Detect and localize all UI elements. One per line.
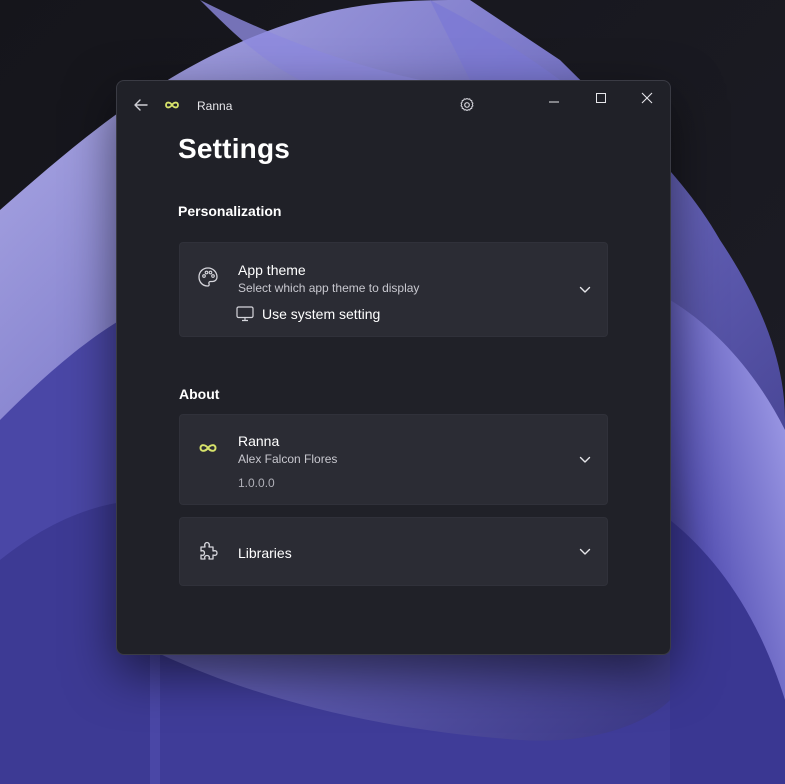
settings-window: Ranna Settings Personalization App theme… (116, 80, 671, 655)
app-theme-title: App theme (238, 262, 306, 278)
palette-icon (196, 265, 220, 289)
about-header: About (179, 386, 220, 402)
infinity-logo-icon (164, 97, 180, 113)
libraries-card[interactable]: Libraries (179, 517, 608, 586)
chevron-down-icon[interactable] (577, 544, 593, 560)
app-theme-subtitle: Select which app theme to display (238, 281, 420, 295)
gear-icon[interactable] (455, 93, 479, 117)
back-arrow-icon[interactable] (129, 93, 153, 117)
theme-selected-value[interactable]: Use system setting (236, 303, 380, 325)
about-app-card[interactable]: Ranna Alex Falcon Flores 1.0.0.0 (179, 414, 608, 505)
chevron-down-icon[interactable] (577, 452, 593, 468)
puzzle-icon (196, 539, 220, 563)
app-title: Ranna (197, 99, 233, 113)
app-theme-card[interactable]: App theme Select which app theme to disp… (179, 242, 608, 337)
maximize-icon[interactable] (584, 83, 618, 113)
page-title: Settings (178, 133, 291, 164)
theme-selected-label: Use system setting (262, 306, 381, 322)
minimize-icon[interactable] (537, 83, 571, 113)
personalization-header: Personalization (178, 203, 282, 219)
title-bar: Ranna (117, 81, 670, 129)
close-icon[interactable] (629, 83, 665, 113)
about-app-author: Alex Falcon Flores (238, 452, 338, 466)
about-app-name: Ranna (238, 433, 280, 449)
monitor-icon (236, 306, 254, 322)
chevron-down-icon[interactable] (577, 282, 593, 298)
infinity-logo-icon (196, 436, 220, 460)
libraries-title: Libraries (238, 545, 292, 561)
about-app-version: 1.0.0.0 (238, 476, 275, 490)
